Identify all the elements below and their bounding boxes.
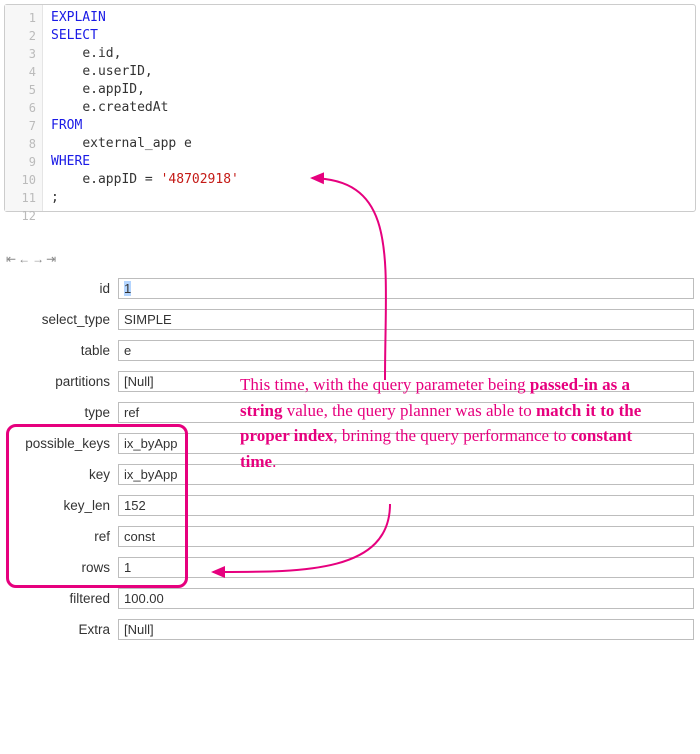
label-id: id [6,281,118,296]
label-filtered: filtered [6,591,118,606]
record-nav-toolbar: ⇤ ← → ⇥ [0,212,700,274]
nav-last-icon[interactable]: ⇥ [46,252,56,266]
label-table: table [6,343,118,358]
field-rows[interactable]: 1 [118,557,694,578]
field-extra[interactable]: [Null] [118,619,694,640]
field-id[interactable]: 1 [118,278,694,299]
label-possible-keys: possible_keys [6,436,118,451]
field-table[interactable]: e [118,340,694,361]
field-filtered[interactable]: 100.00 [118,588,694,609]
nav-prev-icon[interactable]: ← [18,252,30,266]
label-type: type [6,405,118,420]
label-rows: rows [6,560,118,575]
label-extra: Extra [6,622,118,637]
nav-next-icon[interactable]: → [32,252,44,266]
label-partitions: partitions [6,374,118,389]
line-gutter: 123456789101112 [5,5,43,211]
label-ref: ref [6,529,118,544]
label-select-type: select_type [6,312,118,327]
field-key-len[interactable]: 152 [118,495,694,516]
sql-code[interactable]: EXPLAIN SELECT e.id, e.userID, e.appID, … [5,5,695,211]
nav-first-icon[interactable]: ⇤ [6,252,16,266]
label-key-len: key_len [6,498,118,513]
field-select-type[interactable]: SIMPLE [118,309,694,330]
annotation-callout: This time, with the query parameter bein… [240,372,670,474]
sql-editor[interactable]: 123456789101112 EXPLAIN SELECT e.id, e.u… [4,4,696,212]
field-ref[interactable]: const [118,526,694,547]
label-key: key [6,467,118,482]
